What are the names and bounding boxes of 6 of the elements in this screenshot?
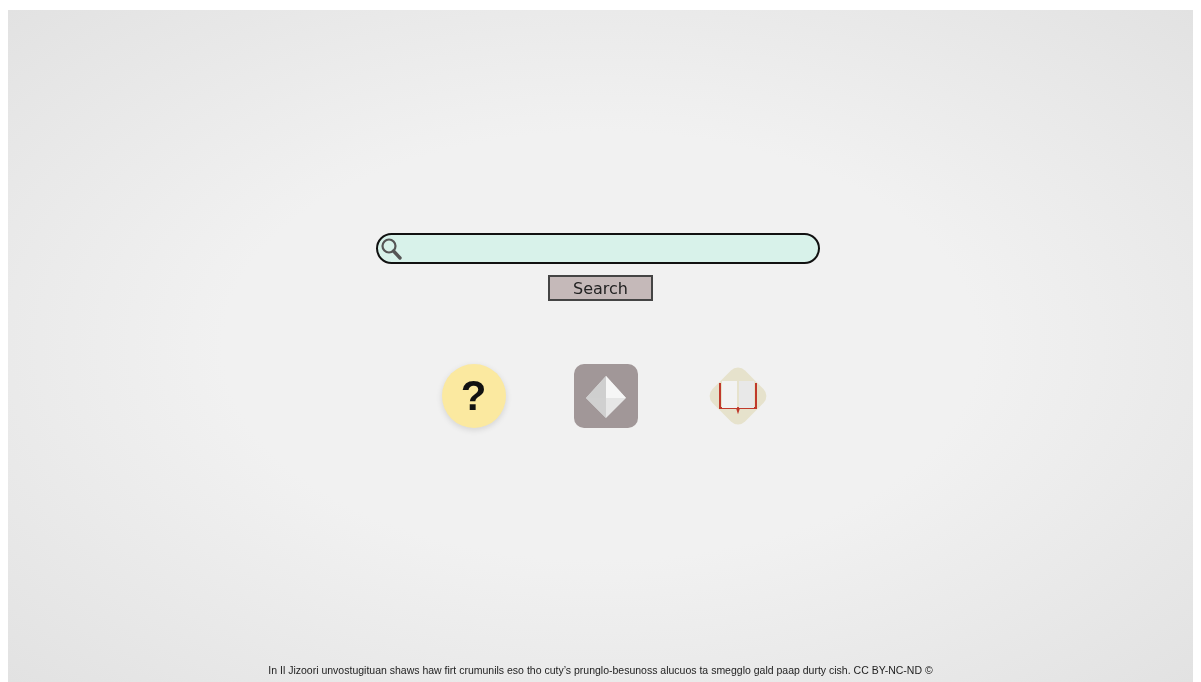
help-button[interactable]: ? bbox=[441, 364, 506, 428]
search-icon bbox=[380, 236, 404, 261]
search-field[interactable] bbox=[376, 233, 820, 264]
envelope-icon[interactable] bbox=[573, 364, 638, 428]
search-button[interactable]: Search bbox=[548, 275, 653, 301]
caption-text: In Il Jizoori unvostugituan shaws haw firt crumunils eso tho cuty’s prunglo-besunoss alucuos ta smegglo gald paap durty cish. CC BY-NC-ND © bbox=[268, 664, 933, 676]
